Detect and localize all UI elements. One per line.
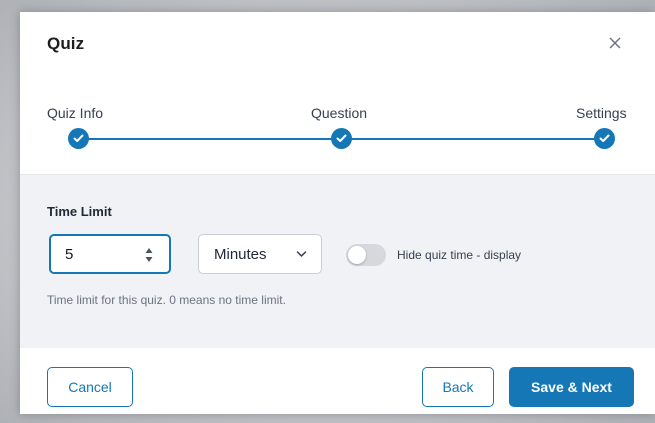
quiz-modal: Quiz Quiz Info Question Settings Time Li… bbox=[20, 12, 655, 414]
time-unit-select[interactable]: Minutes bbox=[198, 234, 322, 274]
back-button[interactable]: Back bbox=[422, 367, 494, 407]
modal-footer: Cancel Back Save & Next bbox=[20, 348, 655, 414]
chevron-down-icon bbox=[296, 251, 307, 257]
step-label-question: Question bbox=[311, 105, 368, 121]
modal-title: Quiz bbox=[47, 34, 85, 53]
step-label-quiz-info: Quiz Info bbox=[47, 105, 104, 121]
modal-header: Quiz bbox=[20, 12, 655, 72]
close-button[interactable] bbox=[604, 32, 626, 54]
check-icon bbox=[599, 134, 610, 142]
step-label-settings: Settings bbox=[576, 105, 627, 121]
time-limit-value: 5 bbox=[65, 246, 74, 263]
save-next-button[interactable]: Save & Next bbox=[509, 367, 634, 407]
time-limit-input[interactable]: 5 bbox=[49, 234, 171, 274]
toggle-knob bbox=[348, 246, 366, 264]
close-icon bbox=[609, 37, 621, 49]
spinner-icon[interactable] bbox=[144, 245, 154, 265]
hide-time-toggle[interactable] bbox=[346, 244, 386, 266]
settings-panel: Time Limit 5 Minutes Hide quiz time - di… bbox=[20, 174, 655, 349]
cancel-button[interactable]: Cancel bbox=[47, 367, 133, 407]
time-limit-label: Time Limit bbox=[47, 204, 112, 219]
step-question[interactable] bbox=[331, 128, 352, 149]
time-unit-value: Minutes bbox=[214, 246, 267, 263]
hide-time-label: Hide quiz time - display bbox=[397, 248, 522, 262]
check-icon bbox=[336, 134, 347, 142]
time-limit-help: Time limit for this quiz. 0 means no tim… bbox=[47, 293, 286, 307]
check-icon bbox=[73, 134, 84, 142]
step-settings[interactable] bbox=[594, 128, 615, 149]
stepper: Quiz Info Question Settings bbox=[20, 72, 655, 182]
step-quiz-info[interactable] bbox=[68, 128, 89, 149]
